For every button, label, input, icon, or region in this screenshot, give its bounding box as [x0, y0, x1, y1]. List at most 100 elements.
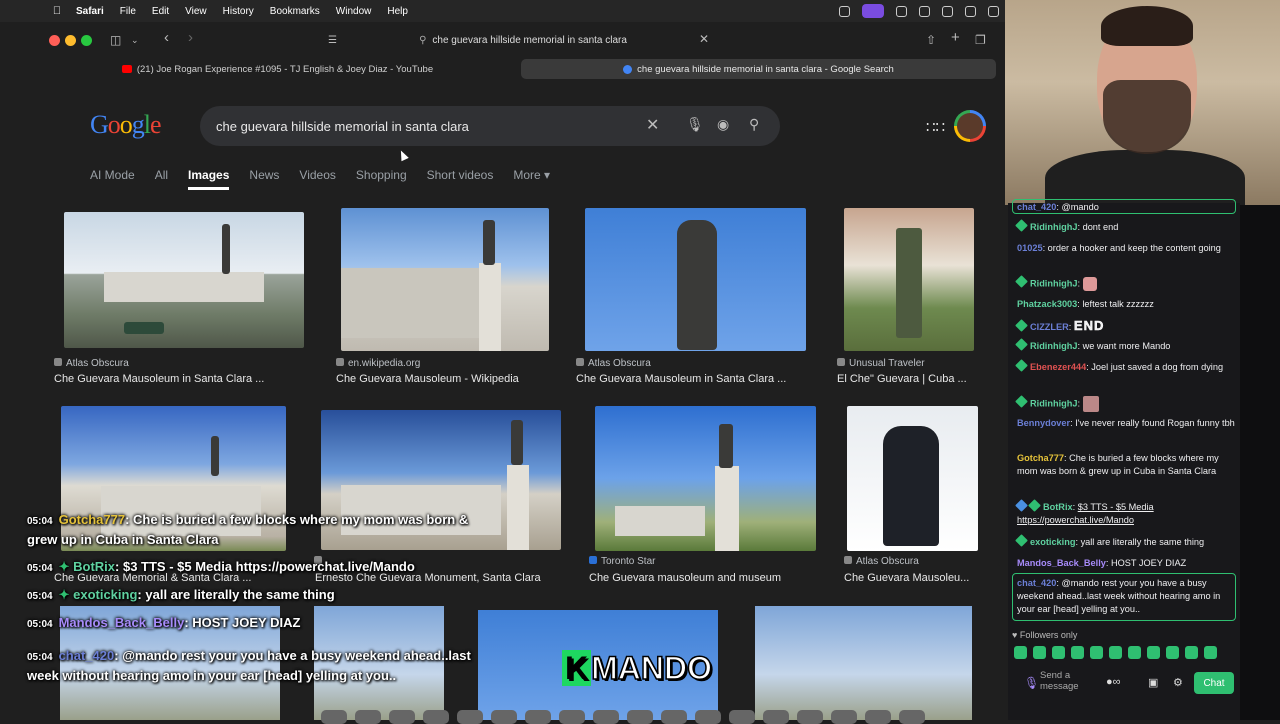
result-image[interactable]: [755, 606, 972, 720]
search-icon[interactable]: ⚲: [749, 116, 759, 133]
chat-message-input[interactable]: Send a message: [1040, 670, 1094, 692]
menu-view[interactable]: View: [185, 6, 207, 17]
dock-app-icon[interactable]: [320, 710, 347, 724]
gift-icon[interactable]: ▣: [1148, 676, 1158, 689]
dock-app-icon[interactable]: [490, 710, 517, 724]
result-image[interactable]: [585, 208, 806, 351]
dock-app-icon[interactable]: [354, 710, 381, 724]
chat-user[interactable]: exoticking: [1030, 537, 1075, 547]
dock-app-icon[interactable]: [864, 710, 891, 724]
result-image[interactable]: [341, 208, 549, 351]
result-source[interactable]: Atlas Obscura: [844, 556, 919, 567]
tab-shopping[interactable]: Shopping: [356, 168, 407, 190]
status-icon[interactable]: [942, 5, 953, 17]
result-image[interactable]: [321, 410, 561, 550]
apple-icon[interactable]: : [50, 5, 64, 17]
sidebar-icon[interactable]: ◫: [110, 33, 121, 47]
tab-google-search[interactable]: che guevara hillside memorial in santa c…: [521, 59, 996, 79]
chat-user[interactable]: Ebenezer444: [1030, 362, 1086, 372]
close-icon[interactable]: ✕: [699, 32, 709, 46]
tab-news[interactable]: News: [249, 168, 279, 190]
tab-short-videos[interactable]: Short videos: [427, 168, 494, 190]
chat-user[interactable]: RidinhighJ: [1030, 222, 1077, 232]
emote-icon[interactable]: [1128, 646, 1141, 659]
screen-record-icon[interactable]: [862, 4, 884, 18]
menu-bookmarks[interactable]: Bookmarks: [270, 6, 320, 17]
result-source[interactable]: Atlas Obscura: [54, 358, 129, 369]
new-tab-icon[interactable]: +: [951, 29, 960, 46]
tab-overview-icon[interactable]: ❐: [975, 33, 986, 47]
result-image[interactable]: [844, 208, 974, 351]
dock-app-icon[interactable]: [694, 710, 721, 724]
dock-app-icon[interactable]: [898, 710, 925, 724]
share-icon[interactable]: ⇧: [926, 33, 936, 47]
emote-icon[interactable]: [1109, 646, 1122, 659]
status-icon[interactable]: [965, 5, 976, 17]
points-icon[interactable]: ●∞: [1106, 676, 1121, 688]
result-source[interactable]: Unusual Traveler: [837, 358, 925, 369]
dock-app-icon[interactable]: [456, 710, 483, 724]
emote-icon[interactable]: [1033, 646, 1046, 659]
result-image[interactable]: [64, 212, 304, 348]
chat-user[interactable]: Phatzack3003: [1017, 299, 1077, 309]
result-source[interactable]: Toronto Star: [589, 556, 655, 567]
status-icon[interactable]: [919, 5, 930, 17]
chat-user[interactable]: RidinhighJ: [1030, 341, 1077, 351]
chat-user[interactable]: 01025: [1017, 243, 1043, 253]
close-window-button[interactable]: [49, 35, 60, 46]
chat-user[interactable]: Bennydover: [1017, 418, 1070, 428]
result-title[interactable]: El Che" Guevara | Cuba ...: [837, 373, 987, 385]
dock-app-icon[interactable]: [660, 710, 687, 724]
menu-window[interactable]: Window: [336, 6, 372, 17]
minimize-window-button[interactable]: [65, 35, 76, 46]
camera-search-icon[interactable]: ◉: [717, 116, 729, 133]
emote-icon[interactable]: [1204, 646, 1217, 659]
tab-all[interactable]: All: [155, 168, 168, 190]
dock-app-icon[interactable]: [728, 710, 755, 724]
menu-history[interactable]: History: [223, 6, 254, 17]
result-title[interactable]: Che Guevara Mausoleu...: [844, 572, 979, 584]
result-image[interactable]: [847, 406, 978, 551]
tab-youtube[interactable]: (21) Joe Rogan Experience #1095 - TJ Eng…: [40, 59, 515, 79]
dock-app-icon[interactable]: [422, 710, 449, 724]
wifi-icon[interactable]: [988, 5, 999, 17]
chat-user[interactable]: chat_420: [1017, 578, 1056, 588]
zoom-window-button[interactable]: [81, 35, 92, 46]
result-image[interactable]: [595, 406, 816, 551]
chat-user[interactable]: CIZZLER: [1030, 322, 1069, 332]
chevron-down-icon[interactable]: ⌄: [131, 35, 139, 46]
dock-app-icon[interactable]: [524, 710, 551, 724]
result-image[interactable]: [314, 606, 444, 720]
menu-help[interactable]: Help: [387, 6, 408, 17]
emote-icon[interactable]: [1052, 646, 1065, 659]
chat-user[interactable]: RidinhighJ: [1030, 398, 1077, 408]
result-source[interactable]: en.wikipedia.org: [336, 358, 420, 369]
dock-app-icon[interactable]: [388, 710, 415, 724]
chat-user[interactable]: Gotcha777: [1017, 453, 1064, 463]
address-bar[interactable]: ⚲ che guevara hillside memorial in santa…: [328, 28, 718, 52]
result-title[interactable]: Che Guevara Mausoleum - Wikipedia: [336, 373, 566, 385]
microphone-icon[interactable]: 🎙: [1024, 676, 1039, 690]
emote-icon[interactable]: [1185, 646, 1198, 659]
emote-icon[interactable]: [1147, 646, 1160, 659]
dock-app-icon[interactable]: [796, 710, 823, 724]
dock-app-icon[interactable]: [592, 710, 619, 724]
chat-send-button[interactable]: Chat: [1194, 672, 1234, 694]
emote-icon[interactable]: [1071, 646, 1084, 659]
result-title[interactable]: Che Guevara Mausoleum in Santa Clara ...: [576, 373, 806, 385]
tab-videos[interactable]: Videos: [299, 168, 335, 190]
search-input[interactable]: che guevara hillside memorial in santa c…: [200, 106, 780, 146]
tab-images[interactable]: Images: [188, 168, 230, 190]
microphone-icon[interactable]: 🎙: [686, 116, 704, 133]
emote-icon[interactable]: [1014, 646, 1027, 659]
chat-user[interactable]: RidinhighJ: [1030, 278, 1077, 288]
emote-icon[interactable]: [1166, 646, 1179, 659]
result-title[interactable]: Che Guevara mausoleum and museum: [589, 572, 819, 584]
gear-icon[interactable]: ⚙: [1173, 676, 1183, 689]
dock-app-icon[interactable]: [558, 710, 585, 724]
chat-user[interactable]: Mandos_Back_Belly: [1017, 558, 1106, 568]
status-icon[interactable]: [896, 5, 907, 17]
clear-icon[interactable]: ✕: [646, 115, 659, 135]
menu-edit[interactable]: Edit: [152, 6, 169, 17]
status-icon[interactable]: [839, 5, 850, 17]
